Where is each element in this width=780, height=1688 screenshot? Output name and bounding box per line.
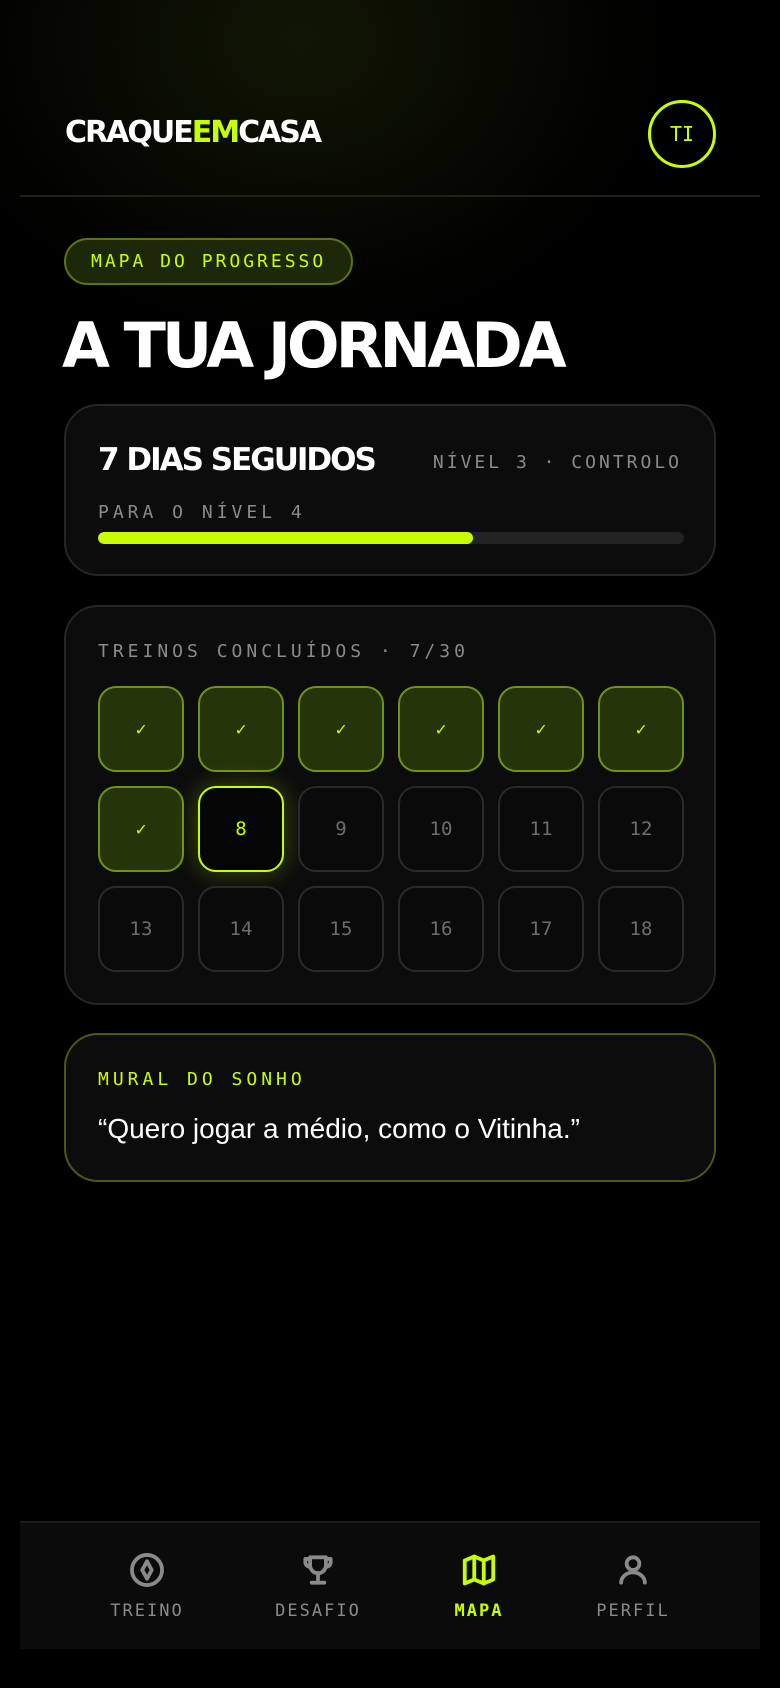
- streak-card: 7 DIAS SEGUIDOS NÍVEL 3 · CONTROLO PARA …: [64, 404, 716, 576]
- nav-label: TREINO: [110, 1601, 184, 1621]
- training-day-cell[interactable]: ✓: [298, 686, 384, 772]
- section-pill: MAPA DO PROGRESSO: [64, 238, 354, 285]
- training-day-cell[interactable]: ✓: [198, 686, 284, 772]
- training-day-cell[interactable]: ✓: [598, 686, 684, 772]
- map-icon: [462, 1554, 496, 1586]
- dream-label: MURAL DO SONHO: [98, 1069, 306, 1090]
- training-day-cell[interactable]: ✓: [98, 686, 184, 772]
- training-day-cell[interactable]: 8: [198, 786, 284, 872]
- nav-label: MAPA: [454, 1601, 504, 1621]
- next-level-label: PARA O NÍVEL 4: [98, 502, 306, 523]
- training-day-cell[interactable]: 14: [198, 886, 284, 972]
- training-day-cell[interactable]: 17: [498, 886, 584, 972]
- training-day-cell[interactable]: ✓: [398, 686, 484, 772]
- level-progress-bar: [98, 532, 684, 544]
- page-title: A TUA JORNADA: [62, 309, 567, 382]
- training-day-cell[interactable]: 9: [298, 786, 384, 872]
- trainings-card: TREINOS CONCLUÍDOS · 7/30 ✓ ✓ ✓ ✓ ✓ ✓ ✓ 8 9 10 11 1…: [64, 605, 716, 1005]
- trainings-label: TREINOS CONCLUÍDOS · 7/30: [98, 641, 469, 662]
- training-day-cell[interactable]: 15: [298, 886, 384, 972]
- training-day-cell[interactable]: 11: [498, 786, 584, 872]
- compass-icon: [130, 1553, 164, 1587]
- training-day-cell[interactable]: 18: [598, 886, 684, 972]
- nav-item-desafio[interactable]: DESAFIO: [248, 1551, 388, 1621]
- nav-label: PERFIL: [596, 1601, 670, 1621]
- level-progress-fill: [98, 532, 474, 544]
- training-day-cell[interactable]: 13: [98, 886, 184, 972]
- nav-label: DESAFIO: [275, 1601, 361, 1621]
- training-day-cell[interactable]: ✓: [498, 686, 584, 772]
- training-day-cell[interactable]: 16: [398, 886, 484, 972]
- training-day-cell[interactable]: 12: [598, 786, 684, 872]
- trainings-grid: ✓ ✓ ✓ ✓ ✓ ✓ ✓ 8 9 10 11 12 13 14 15 16 17 18: [98, 686, 684, 972]
- user-icon: [619, 1555, 647, 1585]
- streak-title: 7 DIAS SEGUIDOS: [98, 442, 377, 478]
- bottom-nav: TREINO DESAFIO MAPA PERFIL: [20, 1521, 760, 1649]
- training-day-cell[interactable]: 10: [398, 786, 484, 872]
- level-label: NÍVEL 3 · CONTROLO: [432, 452, 682, 473]
- training-day-cell[interactable]: ✓: [98, 786, 184, 872]
- dream-card: MURAL DO SONHO “Quero jogar a médio, com…: [64, 1033, 716, 1182]
- trophy-icon: [303, 1555, 333, 1585]
- nav-item-perfil[interactable]: PERFIL: [563, 1551, 703, 1621]
- app-logo: CRAQUEEMCASA: [65, 115, 322, 150]
- user-avatar[interactable]: TI: [648, 100, 716, 168]
- nav-item-mapa[interactable]: MAPA: [409, 1551, 549, 1621]
- app-header: CRAQUEEMCASA TI: [20, 0, 760, 197]
- nav-item-treino[interactable]: TREINO: [77, 1551, 217, 1621]
- dream-quote: “Quero jogar a médio, como o Vitinha.”: [98, 1113, 580, 1144]
